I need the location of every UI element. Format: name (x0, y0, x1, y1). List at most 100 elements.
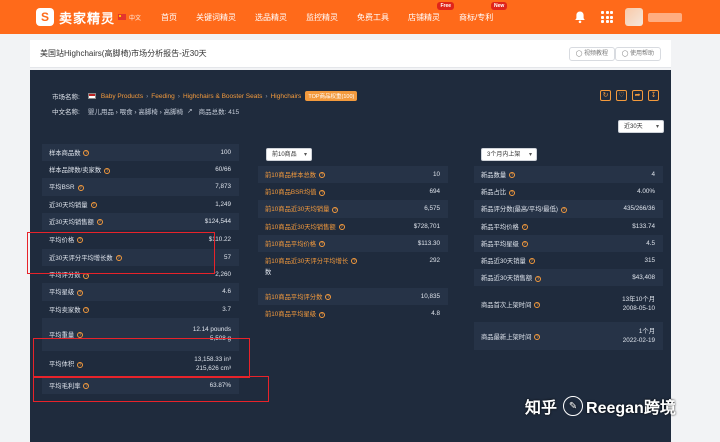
menu-label: 免费工具 (357, 12, 390, 22)
help-icon[interactable]: ? (351, 258, 358, 265)
language-switch[interactable]: 中文 (118, 13, 141, 22)
help-icon[interactable]: ? (509, 189, 516, 196)
toolbar: ↻ ♡ ➦ ↧ (595, 90, 659, 101)
help-icon[interactable]: ? (319, 189, 326, 196)
logo-mark: S (36, 8, 54, 26)
avatar[interactable] (625, 8, 643, 26)
help-icon[interactable]: ? (325, 294, 332, 301)
row-label: 前10商品近30天均销量 (265, 206, 330, 214)
apps-grid-icon[interactable] (601, 11, 613, 23)
help-icon[interactable]: ? (83, 150, 90, 157)
cn-label: 中文名称: (52, 109, 80, 116)
row-label: 前10商品近30天均销售额 (265, 223, 336, 231)
help-icon[interactable]: ? (319, 241, 326, 248)
new-product-stats-table: 新品数量? 4 新品占比? 4.00% 新品评分数(最高/平均/最低)? 435/26… (474, 166, 663, 351)
help-icon[interactable]: ? (528, 258, 535, 265)
help-icon[interactable]: ? (332, 206, 339, 213)
category-link[interactable]: Highchairs (271, 93, 302, 100)
external-link-icon[interactable]: ↗ (187, 107, 192, 115)
username-blurred[interactable] (648, 12, 682, 22)
help-icon[interactable]: ? (534, 302, 541, 309)
menu-item-monitor[interactable]: 监控精灵 (306, 12, 338, 23)
help-icon[interactable]: ? (509, 172, 516, 179)
menu-label: 商标/专利 (459, 12, 494, 22)
row-value: 4 (651, 171, 655, 179)
row-value: 12.14 pounds (192, 326, 231, 334)
launch-period-select[interactable]: 3个月内上架 ▾ (481, 148, 537, 161)
top-n-select-value: 前10商品 (272, 152, 297, 158)
row-value-secondary: 2008-05-10 (622, 305, 655, 313)
help-icon[interactable]: ? (535, 275, 542, 282)
menu-item-store[interactable]: 店铺精灵 Free (408, 1, 455, 23)
help-button[interactable]: ◯ 使用帮助 (614, 47, 661, 61)
help-icon[interactable]: ? (521, 223, 528, 230)
watermark: 知乎 ✎ Reegan跨境 (525, 394, 676, 418)
period-select-value: 近30天 (624, 124, 643, 130)
favorite-icon[interactable]: ♡ (616, 90, 627, 101)
row-label: 新品数量 (481, 172, 507, 180)
product-count: 商品总数: 415 (198, 109, 240, 116)
page-title: 美国站Highchairs(高脚椅)市场分析报告-近30天 (40, 49, 207, 58)
help-icon[interactable]: ? (90, 201, 97, 208)
menu-item-home[interactable]: 首页 (161, 12, 177, 23)
row-label: 平均卖家数 (49, 306, 81, 314)
help-icon[interactable]: ? (104, 167, 111, 174)
highlight-avg-volume (33, 376, 269, 402)
period-select[interactable]: 近30天 ▾ (618, 120, 664, 133)
menu-item-product[interactable]: 选品精灵 (255, 12, 287, 23)
category-link[interactable]: Baby Products (101, 93, 143, 100)
help-icon[interactable]: ? (83, 306, 90, 313)
help-icon[interactable]: ? (96, 219, 103, 226)
free-badge: Free (437, 1, 455, 10)
logo-text: 卖家精灵 (59, 10, 116, 26)
menu-label: 店铺精灵 (408, 12, 441, 22)
help-icon[interactable]: ? (319, 311, 326, 318)
row-value: $133.74 (632, 222, 655, 230)
nav-right (573, 8, 682, 26)
help-icon[interactable]: ? (77, 184, 84, 191)
help-icon[interactable]: ? (521, 241, 528, 248)
share-icon[interactable]: ➦ (632, 90, 643, 101)
table-row: 样本品牌数/卖家数? 60/66 (42, 161, 239, 178)
table-row: 前10商品近30天评分平均增长? 数 292 (258, 252, 448, 288)
help-icon[interactable]: ? (319, 172, 326, 179)
table-row: 新品近30天销售额? $43,408 (474, 269, 663, 287)
menu-item-keyword[interactable]: 关键词精灵 (196, 12, 236, 23)
row-label: 样本商品数 (49, 150, 81, 158)
video-tutorial-button[interactable]: ◯ 视频教程 (568, 47, 615, 61)
table-row: 前10商品平均评分数? 10,835 (258, 287, 448, 306)
table-row: 商品首次上架时间? 13年10个月 2008-05-10 (474, 286, 663, 322)
top-weight-tag: TOP商品权重(100) (305, 91, 358, 101)
pen-icon: ✎ (563, 396, 584, 416)
row-value: $43,408 (632, 274, 655, 282)
category-link[interactable]: Highchairs & Booster Seats (183, 93, 262, 100)
table-row: 前10商品平均星级? 4.8 (258, 305, 448, 322)
logo[interactable]: S 卖家精灵 (36, 8, 116, 27)
help-icon[interactable]: ? (534, 334, 541, 341)
row-label: 新品评分数(最高/平均/最低) (481, 206, 558, 214)
menu-label: 选品精灵 (255, 12, 288, 22)
row-value: 13年10个月 (622, 296, 655, 304)
main-menu: 首页 关键词精灵 选品精灵 监控精灵 免费工具 店铺精灵 Free 商标/专利 Ne… (161, 1, 512, 23)
row-value: 3.7 (222, 305, 231, 313)
table-row: 新品评分数(最高/平均/最低)? 435/266/36 (474, 200, 663, 218)
help-icon[interactable]: ? (560, 206, 567, 213)
help-icon[interactable]: ? (77, 289, 84, 296)
bell-icon[interactable] (573, 10, 587, 24)
category-link[interactable]: Feeding (151, 93, 175, 100)
row-value-secondary: 2022-02-19 (622, 337, 655, 345)
language-label: 中文 (129, 15, 142, 22)
row-value: 10,835 (420, 292, 440, 300)
top-n-select[interactable]: 前10商品 ▾ (266, 148, 312, 161)
menu-label: 首页 (161, 12, 178, 22)
watermark-left: 知乎 (525, 400, 558, 417)
menu-item-trademark[interactable]: 商标/专利 New (459, 1, 508, 23)
menu-label: 关键词精灵 (196, 12, 237, 22)
row-label: 近30天均销量 (49, 201, 88, 209)
download-icon[interactable]: ↧ (648, 90, 659, 101)
refresh-icon[interactable]: ↻ (600, 90, 611, 101)
row-value: 1个月 (638, 328, 655, 336)
help-icon[interactable]: ? (338, 223, 345, 230)
row-value: $124,544 (204, 217, 231, 225)
menu-item-free-tools[interactable]: 免费工具 (357, 12, 389, 23)
